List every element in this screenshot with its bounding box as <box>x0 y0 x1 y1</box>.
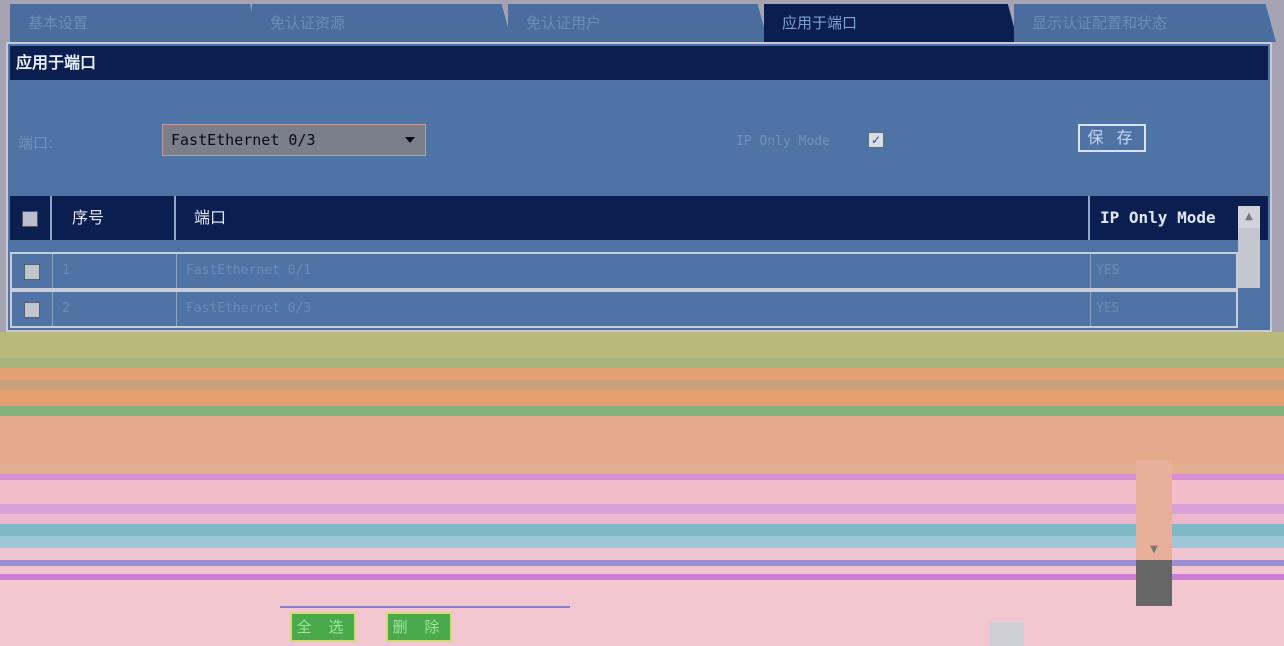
port-label: 端口: <box>18 134 54 152</box>
save-button[interactable]: 保 存 <box>1078 124 1146 152</box>
tab-label: 应用于端口 <box>782 14 858 32</box>
tab-apply-to-port[interactable]: 应用于端口 <box>764 4 1018 42</box>
tab-label: 免认证资源 <box>270 14 346 32</box>
row-index: 2 <box>62 301 70 316</box>
tab-bar: 基本设置 免认证资源 免认证用户 应用于端口 显示认证配置和状态 <box>0 0 1284 42</box>
tab-label: 显示认证配置和状态 <box>1032 14 1168 32</box>
scroll-up-arrow-icon[interactable]: ▲ <box>1238 206 1260 228</box>
column-header-port: 端口 <box>194 208 227 227</box>
row-checkbox[interactable] <box>24 264 40 280</box>
port-select[interactable]: FastEthernet 0/3 <box>162 124 426 156</box>
cell-divider <box>1090 292 1091 326</box>
cell-divider <box>52 292 53 326</box>
ip-only-mode-checkbox[interactable]: ✓ <box>868 132 884 148</box>
select-all-button[interactable]: 全 选 <box>290 612 356 642</box>
delete-button[interactable]: 删 除 <box>386 612 452 642</box>
cell-divider <box>1090 254 1091 288</box>
chevron-down-icon <box>405 137 415 143</box>
row-checkbox[interactable] <box>24 302 40 318</box>
tab-basic-settings[interactable]: 基本设置 <box>10 4 260 42</box>
cell-divider <box>176 292 177 326</box>
tab-label: 基本设置 <box>28 14 89 32</box>
scroll-down-arrow-icon[interactable]: ▼ <box>1136 540 1172 560</box>
tab-exempt-resources[interactable]: 免认证资源 <box>252 4 512 42</box>
scrollbar-track[interactable] <box>1238 228 1260 288</box>
tab-show-status[interactable]: 显示认证配置和状态 <box>1014 4 1276 42</box>
tab-label: 免认证用户 <box>526 14 602 32</box>
table-header: 序号 端口 IP Only Mode <box>10 196 1268 240</box>
row-port: FastEthernet 0/3 <box>186 301 312 316</box>
row-mode: YES <box>1096 301 1120 316</box>
cell-divider <box>176 254 177 288</box>
panel-title: 应用于端口 <box>10 46 1268 80</box>
row-mode: YES <box>1096 263 1120 278</box>
row-index: 1 <box>62 263 70 278</box>
scrollbar-thumb[interactable] <box>1136 560 1172 606</box>
apply-port-panel: 应用于端口 端口: FastEthernet 0/3 IP Only Mode … <box>6 42 1272 332</box>
port-select-value: FastEthernet 0/3 <box>171 131 316 149</box>
column-divider <box>174 196 176 240</box>
rendering-artifact-area <box>0 332 1284 646</box>
table-row[interactable]: 2 FastEthernet 0/3 YES <box>10 290 1238 328</box>
select-all-checkbox[interactable] <box>22 211 38 227</box>
column-header-ip-only-mode: IP Only Mode <box>1100 208 1216 227</box>
tab-exempt-users[interactable]: 免认证用户 <box>508 4 768 42</box>
column-header-index: 序号 <box>72 208 105 227</box>
ip-only-mode-label: IP Only Mode <box>736 134 830 149</box>
column-divider <box>50 196 52 240</box>
table-row[interactable]: 1 FastEthernet 0/1 YES <box>10 252 1238 290</box>
row-port: FastEthernet 0/1 <box>186 263 312 278</box>
column-divider <box>1088 196 1090 240</box>
cell-divider <box>52 254 53 288</box>
